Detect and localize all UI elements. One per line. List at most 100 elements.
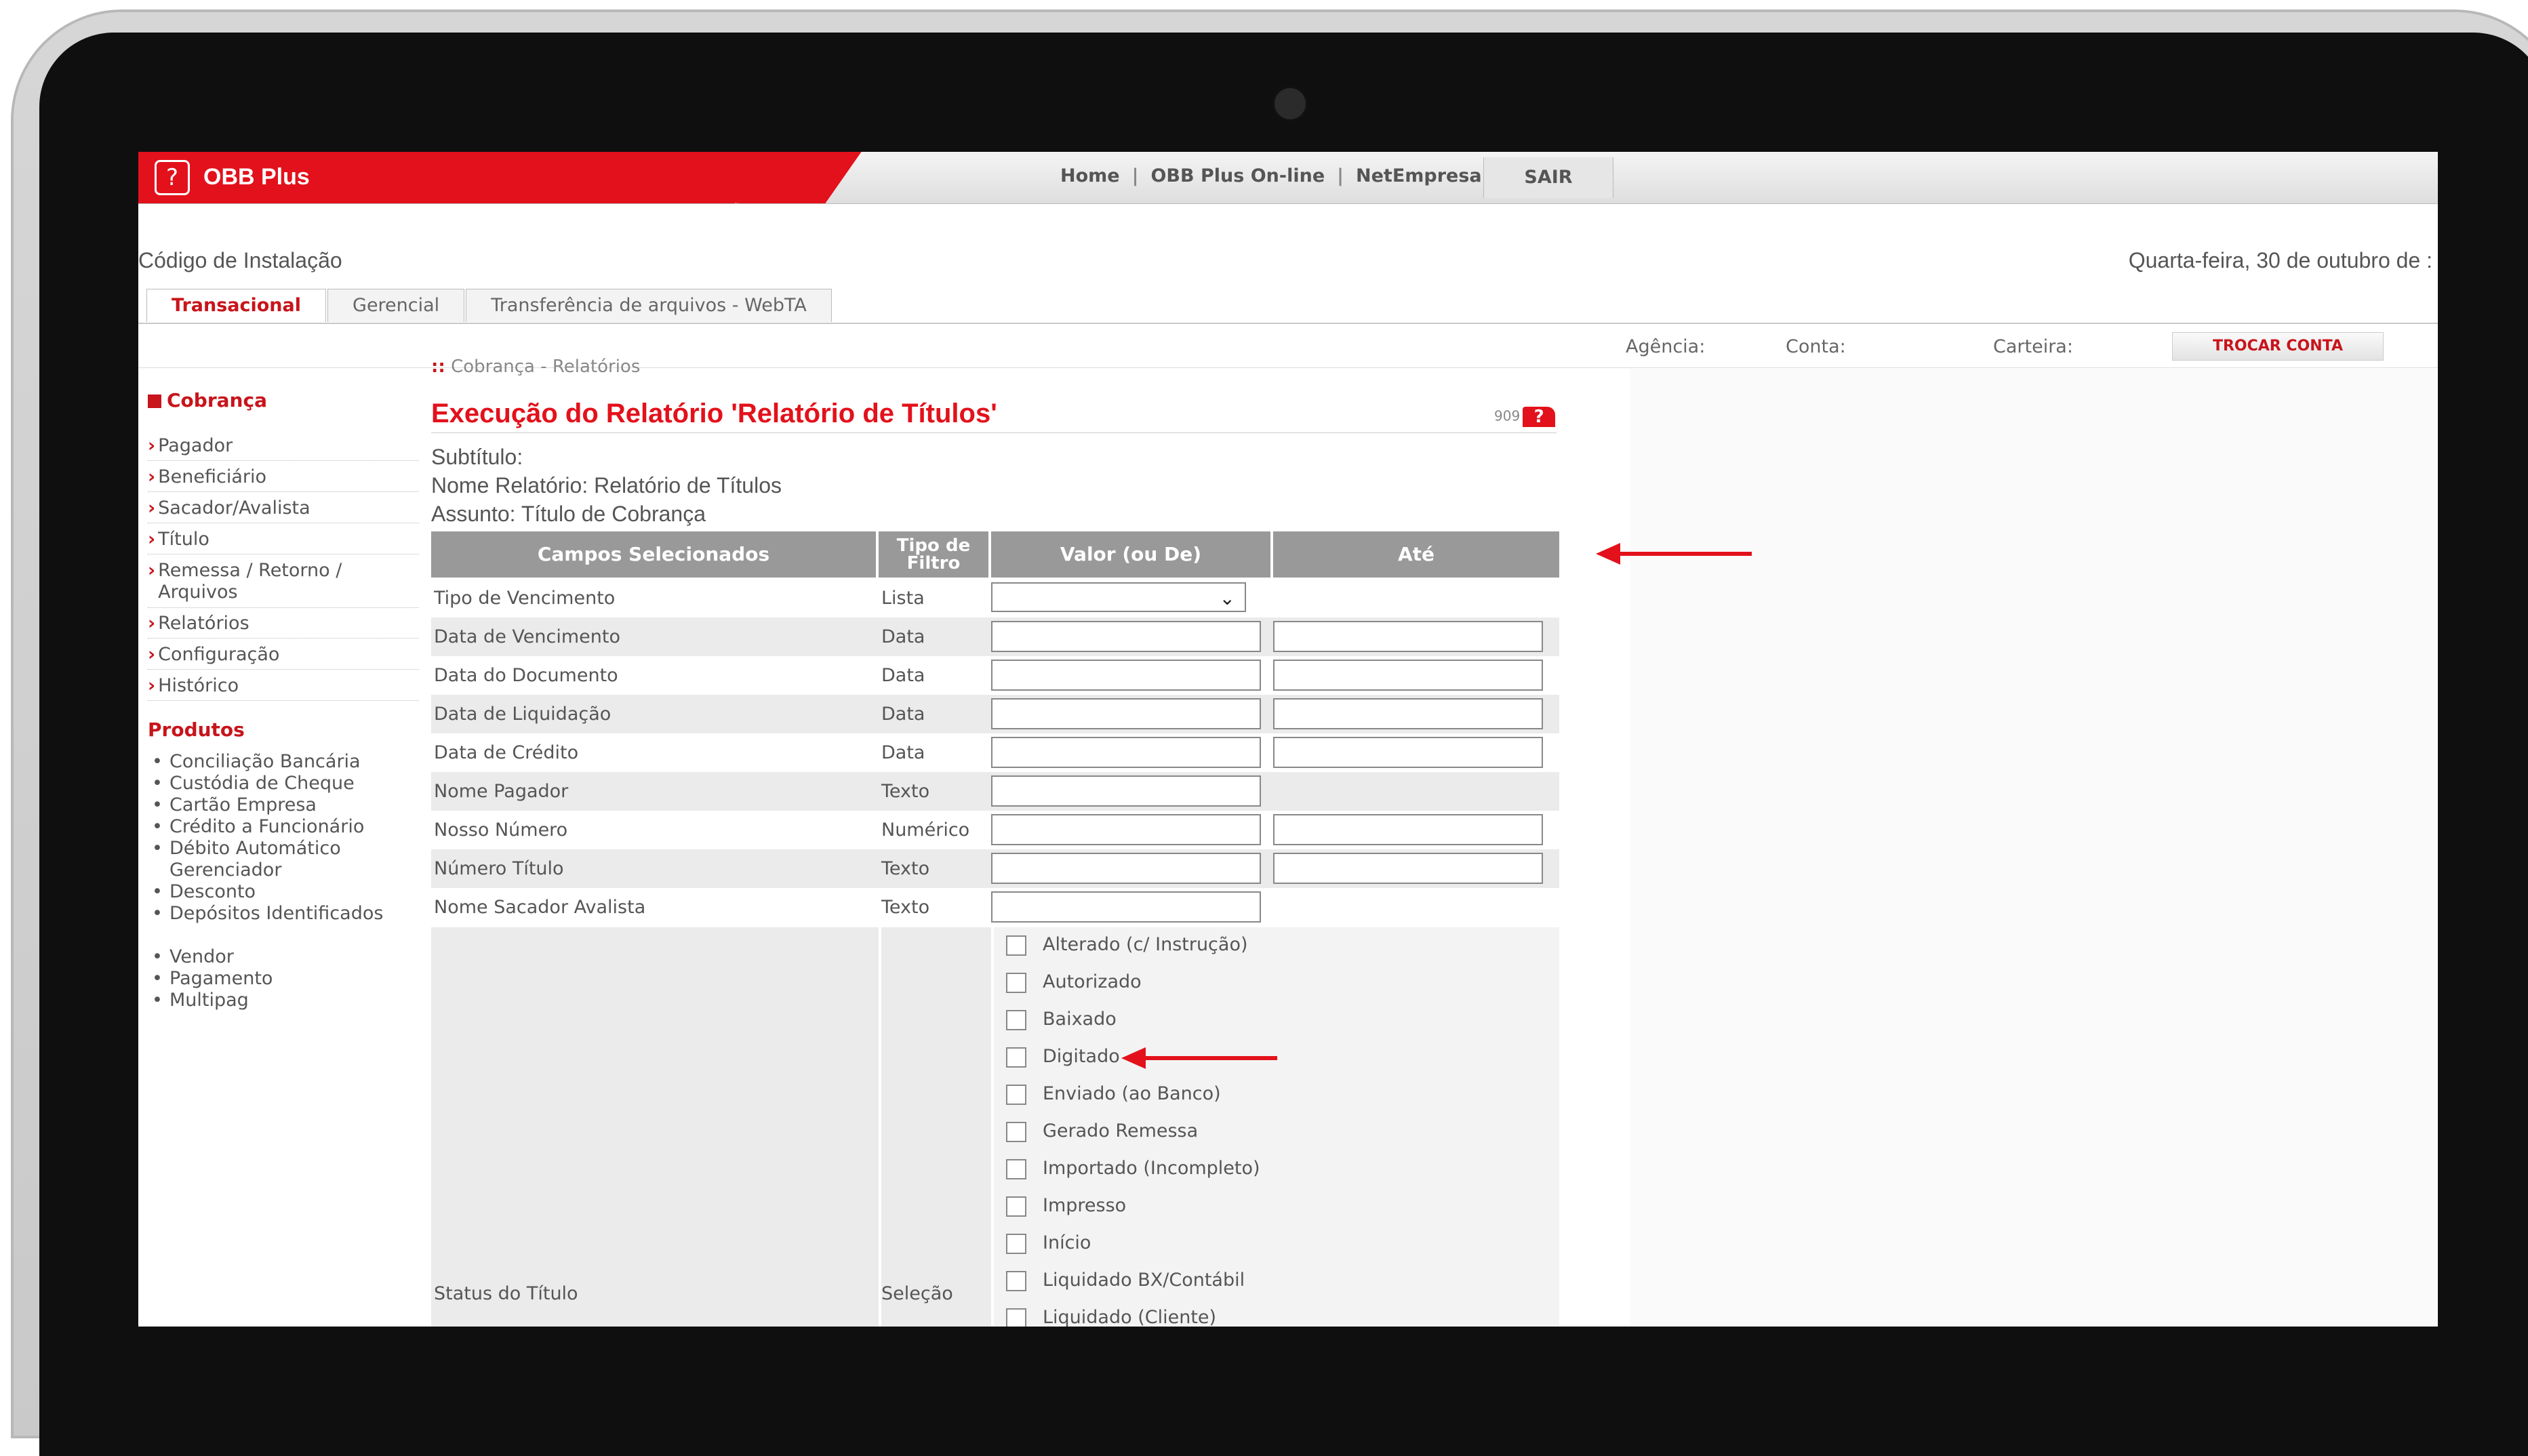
nav-netempresa-link[interactable]: NetEmpresa: [1356, 165, 1482, 186]
option-label: Gerado Remessa: [1043, 1120, 1199, 1141]
credito-de-input[interactable]: [991, 737, 1261, 768]
liquidacao-ate-input[interactable]: [1273, 698, 1543, 729]
tab-gerencial[interactable]: Gerencial: [327, 289, 465, 322]
product-debito[interactable]: • Débito Automático Gerenciador: [152, 838, 409, 881]
option-label: Liquidado (Cliente): [1043, 1307, 1217, 1327]
table-row: Data do Documento Data: [431, 656, 1559, 695]
brand-name: OBB Plus: [203, 164, 310, 190]
sidebar-item-pagador[interactable]: › Pagador: [148, 435, 419, 461]
field-name: Data de Liquidação: [434, 704, 611, 725]
documento-ate-input[interactable]: [1273, 660, 1543, 691]
product-cartao[interactable]: • Cartão Empresa: [152, 794, 409, 816]
product-label: Conciliação Bancária: [169, 751, 361, 772]
filter-type: Seleção: [881, 1283, 953, 1304]
option-label: Início: [1043, 1232, 1091, 1253]
documento-de-input[interactable]: [991, 660, 1261, 691]
chevron-right-icon: ›: [148, 498, 156, 519]
bullet-icon: •: [152, 773, 163, 794]
sidebar-item-relatorios[interactable]: › Relatórios: [148, 613, 419, 639]
arrow-head: [1596, 543, 1620, 565]
arrow-head: [1121, 1047, 1146, 1069]
sidebar-item-remessa[interactable]: › Remessa / Retorno / Arquivos: [148, 560, 419, 608]
breadcrumb-dots-icon: ::: [431, 357, 445, 377]
sidebar-item-titulo[interactable]: › Título: [148, 529, 419, 554]
sidebar-item-historico[interactable]: › Histórico: [148, 675, 419, 701]
product-vendor[interactable]: • Vendor: [152, 946, 409, 968]
sidebar-item-label: Remessa / Retorno / Arquivos: [158, 560, 342, 603]
product-custodia[interactable]: • Custódia de Cheque: [152, 773, 409, 794]
nosso-numero-de-input[interactable]: [991, 814, 1261, 845]
product-credito[interactable]: • Crédito a Funcionário: [152, 816, 409, 838]
chevron-right-icon: ›: [148, 560, 156, 581]
option-label: Autorizado: [1043, 971, 1142, 992]
vencimento-de-input[interactable]: [991, 621, 1261, 652]
sidebar-item-beneficiario[interactable]: › Beneficiário: [148, 466, 419, 492]
logout-button[interactable]: SAIR: [1483, 157, 1613, 198]
nav-obb-online-link[interactable]: OBB Plus On-line: [1150, 165, 1325, 186]
help-icon[interactable]: ?: [1523, 407, 1556, 427]
vencimento-ate-input[interactable]: [1273, 621, 1543, 652]
breadcrumb: :: Cobrança - Relatórios: [431, 357, 640, 377]
sidebar-section-label: Cobrança: [167, 389, 267, 411]
tipo-vencimento-select[interactable]: ⌄: [991, 582, 1246, 612]
checkbox[interactable]: [1006, 1085, 1026, 1105]
nome-pagador-input[interactable]: [991, 775, 1261, 807]
checkbox[interactable]: [1006, 1122, 1026, 1142]
product-depositos[interactable]: • Depósitos Identificados: [152, 903, 409, 925]
nav-separator: |: [1337, 165, 1344, 186]
tab-transacional[interactable]: Transacional: [146, 289, 327, 322]
bullet-icon: •: [152, 946, 163, 967]
product-conciliacao[interactable]: • Conciliação Bancária: [152, 751, 409, 773]
column-divider: [879, 927, 881, 1327]
top-nav: Home | OBB Plus On-line | NetEmpresa: [1060, 165, 1482, 186]
carteira-label: Carteira:: [1993, 336, 2073, 357]
table-row: Número Título Texto: [431, 849, 1559, 888]
tab-webta[interactable]: Transferência de arquivos - WebTA: [466, 289, 832, 322]
sidebar-item-label: Título: [158, 529, 209, 550]
bullet-icon: •: [152, 968, 163, 989]
checkbox[interactable]: [1006, 1308, 1026, 1327]
numero-titulo-de-input[interactable]: [991, 853, 1261, 884]
filter-type: Data: [881, 626, 925, 647]
product-label: Débito Automático Gerenciador: [169, 838, 341, 881]
checkbox[interactable]: [1006, 1196, 1026, 1217]
nosso-numero-ate-input[interactable]: [1273, 814, 1543, 845]
sidebar-item-label: Configuração: [158, 644, 280, 665]
option-label: Alterado (c/ Instrução): [1043, 934, 1248, 955]
checkbox[interactable]: [1006, 1234, 1026, 1254]
change-account-button[interactable]: TROCAR CONTA: [2172, 332, 2384, 361]
checkbox[interactable]: [1006, 1271, 1026, 1291]
field-name: Tipo de Vencimento: [434, 588, 616, 609]
checkbox[interactable]: [1006, 1010, 1026, 1030]
credito-ate-input[interactable]: [1273, 737, 1543, 768]
main-tabs: Transacional Gerencial Transferência de …: [146, 289, 833, 323]
numero-titulo-ate-input[interactable]: [1273, 853, 1543, 884]
bullet-icon: •: [152, 794, 163, 815]
checkbox[interactable]: [1006, 935, 1026, 956]
option-label: Digitado: [1043, 1046, 1120, 1067]
sidebar-item-label: Histórico: [158, 675, 239, 696]
product-multipag[interactable]: • Multipag: [152, 990, 409, 1011]
product-desconto[interactable]: • Desconto: [152, 881, 409, 903]
filter-type: Numérico: [881, 820, 970, 841]
sidebar-item-sacador[interactable]: › Sacador/Avalista: [148, 498, 419, 523]
help-code: 909: [1494, 407, 1521, 424]
product-pagamento[interactable]: • Pagamento: [152, 968, 409, 990]
sidebar-section-title[interactable]: Cobrança: [148, 389, 267, 411]
checkbox[interactable]: [1006, 1159, 1026, 1179]
annotation-arrow-left-icon: [1121, 1047, 1277, 1069]
help-area[interactable]: 909?: [1494, 407, 1556, 427]
nav-home-link[interactable]: Home: [1060, 165, 1120, 186]
bullet-icon: •: [152, 990, 163, 1011]
brand-logo-icon[interactable]: ?: [155, 160, 190, 195]
install-code-label: Código de Instalação: [138, 248, 342, 272]
product-label: Vendor: [169, 946, 234, 967]
nome-sacador-input[interactable]: [991, 891, 1261, 923]
sidebar-item-configuracao[interactable]: › Configuração: [148, 644, 419, 670]
liquidacao-de-input[interactable]: [991, 698, 1261, 729]
report-name: Nome Relatório: Relatório de Títulos: [431, 473, 782, 498]
product-label: Pagamento: [169, 968, 273, 989]
checkbox[interactable]: [1006, 973, 1026, 993]
sidebar-item-label: Sacador/Avalista: [158, 498, 310, 519]
checkbox[interactable]: [1006, 1047, 1026, 1068]
